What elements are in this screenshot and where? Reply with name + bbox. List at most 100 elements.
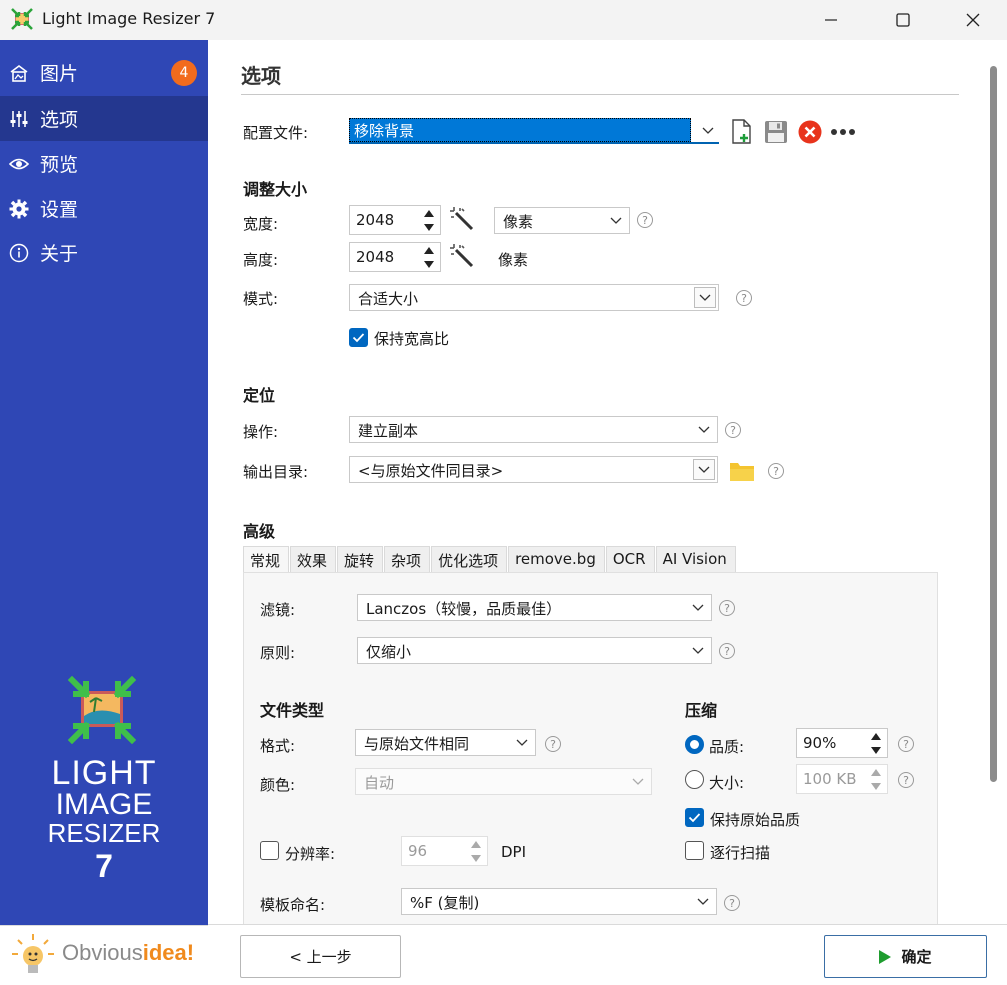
profile-label: 配置文件: xyxy=(243,124,309,142)
increment-button[interactable] xyxy=(466,838,486,851)
resolution-checkbox[interactable] xyxy=(260,841,279,860)
scrollbar[interactable] xyxy=(990,66,997,782)
checkmark-icon xyxy=(688,813,701,823)
tab-removebg[interactable]: remove.bg xyxy=(508,546,605,573)
sidebar-item-preview[interactable]: 预览 xyxy=(0,141,208,186)
color-select[interactable]: 自动 xyxy=(355,768,652,795)
help-icon[interactable]: ? xyxy=(719,643,735,659)
obviousidea-footer[interactable]: Obviousidea! xyxy=(0,925,208,985)
delete-profile-icon[interactable] xyxy=(798,120,822,144)
title-divider xyxy=(241,94,959,95)
height-label: 高度: xyxy=(243,251,279,269)
increment-button[interactable] xyxy=(419,244,439,257)
format-select[interactable]: 与原始文件相同 xyxy=(355,729,536,756)
decrement-button[interactable] xyxy=(866,744,886,757)
template-select[interactable]: %F (复制) xyxy=(401,888,717,915)
tab-rotate[interactable]: 旋转 xyxy=(337,546,384,573)
height-spin-buttons[interactable] xyxy=(419,244,439,270)
maximize-icon xyxy=(896,13,910,27)
tab-general[interactable]: 常规 xyxy=(243,546,290,573)
help-icon[interactable]: ? xyxy=(719,600,735,616)
tab-optimize[interactable]: 优化选项 xyxy=(431,546,508,573)
quality-label[interactable]: 品质: xyxy=(709,736,744,757)
help-icon[interactable]: ? xyxy=(725,422,741,438)
increment-button[interactable] xyxy=(866,730,886,743)
action-select[interactable]: 建立副本 xyxy=(349,416,718,443)
ok-label: 确定 xyxy=(901,948,932,966)
help-icon[interactable]: ? xyxy=(898,736,914,752)
sliders-icon xyxy=(8,108,30,130)
image-count-badge: 4 xyxy=(171,59,197,86)
resolution-spinner[interactable]: 96 xyxy=(401,836,488,866)
tab-ocr[interactable]: OCR xyxy=(605,546,655,573)
quality-spinner[interactable]: 90% xyxy=(796,728,888,758)
width-spinner[interactable]: 2048 xyxy=(349,205,441,235)
profile-select[interactable]: 移除背景 xyxy=(349,118,719,144)
keep-quality-label[interactable]: 保持原始品质 xyxy=(710,809,800,830)
progressive-label[interactable]: 逐行扫描 xyxy=(710,842,770,863)
compression-heading: 压缩 xyxy=(685,701,718,720)
info-icon xyxy=(8,242,30,264)
action-label: 操作: xyxy=(243,423,279,441)
help-icon[interactable]: ? xyxy=(724,895,740,911)
save-profile-icon[interactable] xyxy=(764,120,788,144)
tab-misc[interactable]: 杂项 xyxy=(384,546,431,573)
increment-button[interactable] xyxy=(419,207,439,220)
width-unit-value: 像素 xyxy=(503,213,534,231)
resolution-label[interactable]: 分辨率: xyxy=(285,843,335,864)
progressive-checkbox[interactable] xyxy=(685,841,704,860)
size-radio[interactable] xyxy=(685,770,704,789)
sidebar-item-options[interactable]: 选项 xyxy=(0,96,208,141)
more-options-icon[interactable] xyxy=(830,128,856,136)
chevron-down-icon xyxy=(610,217,622,224)
width-spin-buttons[interactable] xyxy=(419,207,439,233)
decrement-button[interactable] xyxy=(466,852,486,865)
width-unit-select[interactable]: 像素 xyxy=(494,207,630,234)
new-profile-icon[interactable] xyxy=(731,119,753,145)
maximize-button[interactable] xyxy=(880,0,926,40)
keep-aspect-checkbox[interactable] xyxy=(349,328,368,347)
close-window-button[interactable] xyxy=(950,0,996,40)
quality-radio[interactable] xyxy=(685,735,704,754)
tab-ai-vision[interactable]: AI Vision xyxy=(655,546,736,573)
quality-spin-buttons[interactable] xyxy=(866,730,886,756)
increment-button[interactable] xyxy=(866,766,886,779)
quality-value: 90% xyxy=(803,734,837,752)
mode-select[interactable]: 合适大小 xyxy=(349,284,719,311)
gear-icon xyxy=(8,198,30,220)
keep-aspect-label[interactable]: 保持宽高比 xyxy=(374,328,449,349)
help-icon[interactable]: ? xyxy=(898,772,914,788)
sidebar-item-about[interactable]: 关于 xyxy=(0,230,208,275)
resolution-unit: DPI xyxy=(501,843,527,861)
magic-wand-icon[interactable] xyxy=(450,244,476,270)
filter-select[interactable]: Lanczos（较慢，品质最佳） xyxy=(357,594,712,621)
decrement-button[interactable] xyxy=(419,258,439,271)
minimize-button[interactable] xyxy=(808,0,854,40)
tab-effects[interactable]: 效果 xyxy=(290,546,337,573)
help-icon[interactable]: ? xyxy=(545,736,561,752)
color-value: 自动 xyxy=(364,774,395,792)
rule-select[interactable]: 仅缩小 xyxy=(357,637,712,664)
back-button[interactable]: < 上一步 xyxy=(240,935,401,978)
size-spinner[interactable]: 100 KB xyxy=(796,764,888,794)
sidebar-item-images[interactable]: 图片 4 xyxy=(0,50,208,95)
folder-icon[interactable] xyxy=(729,460,755,482)
magic-wand-icon[interactable] xyxy=(450,207,476,233)
advanced-heading: 高级 xyxy=(243,522,276,541)
resolution-spin-buttons[interactable] xyxy=(466,838,486,864)
sidebar-item-settings[interactable]: 设置 xyxy=(0,186,208,231)
keep-quality-checkbox[interactable] xyxy=(685,808,704,827)
ok-button[interactable]: 确定 xyxy=(824,935,987,978)
help-icon[interactable]: ? xyxy=(637,212,653,228)
height-spinner[interactable]: 2048 xyxy=(349,242,441,272)
sidebar: 图片 4 选项 预览 设置 关于 LIGHT IMAGE RESIZER 7 O… xyxy=(0,40,208,985)
decrement-button[interactable] xyxy=(866,780,886,793)
images-icon xyxy=(8,62,30,84)
decrement-button[interactable] xyxy=(419,221,439,234)
output-dir-select[interactable]: <与原始文件同目录> xyxy=(349,456,718,483)
help-icon[interactable]: ? xyxy=(768,463,784,479)
help-icon[interactable]: ? xyxy=(736,290,752,306)
size-label[interactable]: 大小: xyxy=(709,772,744,793)
chevron-down-icon xyxy=(692,604,704,611)
size-spin-buttons[interactable] xyxy=(866,766,886,792)
